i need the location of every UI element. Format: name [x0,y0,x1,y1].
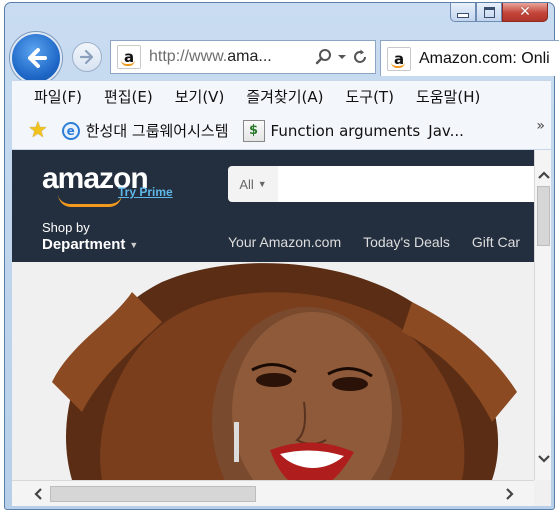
amazon-smile-icon [58,194,122,207]
back-button[interactable] [10,32,62,84]
tab-title: Amazon.com: Onli [419,49,550,67]
favorites-more-chevron-icon[interactable]: » [536,118,545,134]
shop-by-label: Shop by [42,220,90,235]
menu-edit[interactable]: 편집(E) [104,86,153,107]
refresh-icon[interactable] [351,48,369,66]
nav-todays-deals[interactable]: Today's Deals [363,234,450,250]
menu-view[interactable]: 보기(V) [175,86,225,107]
function-icon: $ [242,119,265,142]
dropdown-arrow-icon[interactable] [337,52,347,62]
tab-amazon[interactable]: a Amazon.com: Onli [380,40,559,76]
vertical-scroll-thumb[interactable] [537,186,550,246]
chevron-down-icon: ▼ [129,239,139,250]
close-button[interactable]: ✕ [502,3,548,22]
search-icon[interactable] [315,48,333,66]
scrollbar-corner [534,480,551,506]
close-icon: ✕ [519,4,531,20]
amazon-search-input[interactable] [278,166,534,202]
favorites-bar: ★ e 한성대 그룹웨어시스템 $ Function arguments Jav… [12,112,551,150]
favorite-hansung-groupware[interactable]: 한성대 그룹웨어시스템 [86,120,229,141]
maximize-icon [483,6,495,18]
maximize-button[interactable] [476,3,502,22]
search-category-label: All [239,176,254,192]
nav-gift-cards[interactable]: Gift Car [472,234,520,250]
back-arrow-icon [28,48,47,68]
menu-file[interactable]: 파일(F) [34,86,82,107]
scroll-down-arrow-icon[interactable] [535,448,552,470]
favorite-function-arguments[interactable]: Function arguments [271,122,421,140]
amazon-nav-links: Your Amazon.com Today's Deals Gift Car [228,234,520,250]
ie-page-icon: e [61,121,80,140]
horizontal-scrollbar[interactable] [12,480,534,506]
scroll-right-arrow-icon[interactable] [498,481,522,507]
page-viewport: amazon Try Prime All ▼ Shop by Departmen… [12,150,534,480]
scroll-up-arrow-icon[interactable] [535,164,552,186]
hero-banner-image[interactable] [12,262,534,480]
nav-your-amazon[interactable]: Your Amazon.com [228,234,341,250]
horizontal-scroll-thumb[interactable] [50,486,256,502]
menu-help[interactable]: 도움말(H) [416,86,480,107]
chevron-down-icon: ▼ [257,179,267,189]
address-bar[interactable]: a http://www.ama... [110,40,376,74]
minimize-button[interactable] [450,3,476,22]
department-menu[interactable]: Department ▼ [42,236,138,253]
try-prime-link[interactable]: Try Prime [118,185,173,199]
vertical-scrollbar[interactable] [534,150,551,480]
minimize-icon [457,12,469,18]
amazon-favicon-icon: a [387,46,411,71]
hero-portrait-image [12,262,534,480]
amazon-favicon-icon: a [117,45,141,69]
menu-tools[interactable]: 도구(T) [345,86,393,107]
menu-bar: 파일(F) 편집(E) 보기(V) 즐겨찾기(A) 도구(T) 도움말(H) [12,80,551,112]
window-caption-buttons: ✕ [450,3,548,22]
favorite-java[interactable]: Jav... [428,122,464,140]
amazon-header: amazon Try Prime All ▼ Shop by Departmen… [12,150,534,262]
scroll-left-arrow-icon[interactable] [26,481,50,507]
forward-button[interactable] [72,42,102,72]
forward-arrow-icon [79,49,94,65]
menu-favorites[interactable]: 즐겨찾기(A) [246,86,323,107]
favorites-star-icon[interactable]: ★ [28,118,48,143]
address-url[interactable]: http://www.ama... [149,48,315,66]
search-category-dropdown[interactable]: All ▼ [228,166,278,202]
department-label: Department [42,236,126,253]
address-actions [315,48,375,66]
